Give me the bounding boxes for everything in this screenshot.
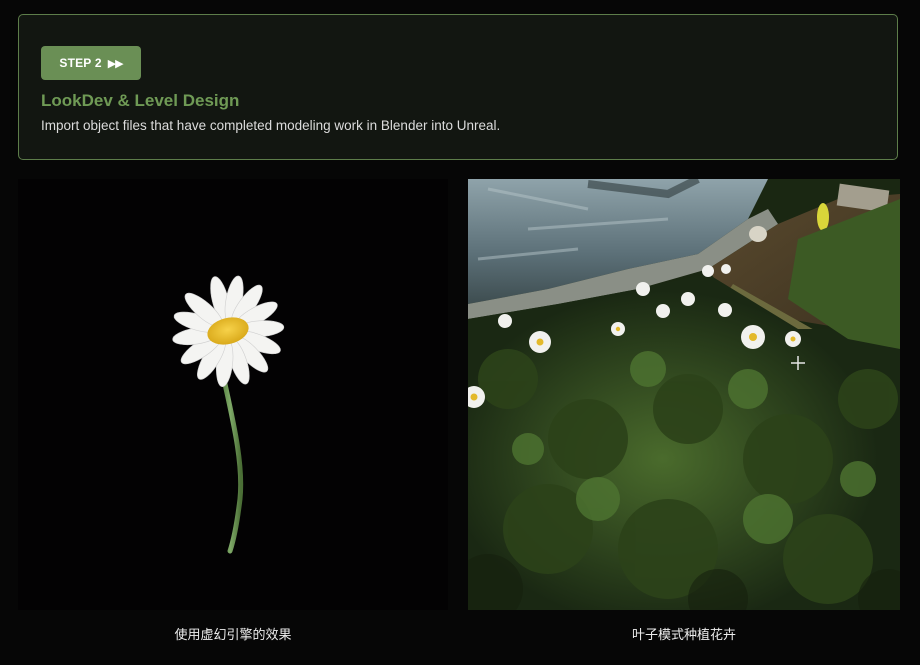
right-image-caption: 叶子模式种植花卉: [631, 627, 736, 642]
garden-scene-image: [468, 179, 900, 610]
step-badge: STEP 2 ▶▶: [41, 46, 141, 80]
double-play-arrows-icon: ▶▶: [107, 57, 124, 70]
step-title: LookDev & Level Design: [41, 91, 240, 110]
left-image-caption: 使用虚幻引擎的效果: [174, 627, 292, 642]
step-description: Import object files that have completed …: [41, 118, 501, 133]
daisy-render-image: [18, 179, 448, 610]
step-badge-label: STEP 2: [59, 56, 102, 70]
step-card: STEP 2 ▶▶ LookDev & Level Design Import …: [18, 14, 898, 160]
page: STEP 2 ▶▶ LookDev & Level Design Import …: [0, 0, 920, 665]
